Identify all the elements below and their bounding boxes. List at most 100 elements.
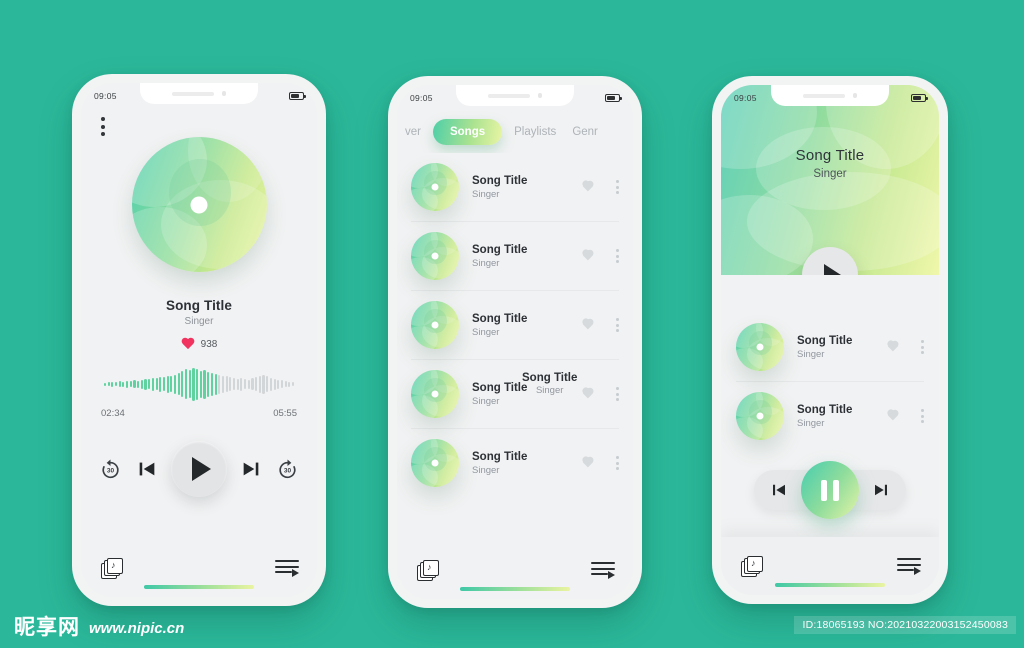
waveform-bar (199, 370, 202, 398)
tab-discover[interactable]: ver (401, 126, 425, 138)
library-icon[interactable]: ♪ (101, 557, 123, 579)
waveform-bar (288, 381, 291, 387)
heart-icon[interactable] (886, 410, 899, 422)
heart-icon[interactable] (581, 319, 594, 331)
kebab-menu-icon[interactable] (921, 339, 924, 355)
tab-playlists[interactable]: Playlists (510, 126, 560, 138)
time-elapsed: 02:34 (101, 408, 125, 419)
album-disc[interactable] (411, 439, 459, 487)
waveform-bar (166, 375, 169, 393)
list-item[interactable]: Song Title Singer (411, 360, 619, 429)
list-item[interactable]: Song Title Singer (411, 291, 619, 360)
list-item[interactable]: Song Title Singer (411, 429, 619, 497)
disc-center-hole (756, 343, 764, 351)
kebab-menu-icon[interactable] (616, 179, 619, 195)
waveform-bar (258, 375, 261, 393)
waveform-bar (203, 369, 206, 399)
play-button[interactable] (171, 441, 227, 497)
album-disc[interactable] (411, 301, 459, 349)
play-icon (192, 457, 211, 481)
kebab-menu-icon[interactable] (921, 408, 924, 424)
queue-icon[interactable] (591, 562, 615, 579)
song-title: Song Title (797, 334, 853, 347)
hero-title: Song Title (795, 147, 865, 164)
kebab-menu-icon[interactable] (616, 455, 619, 471)
waveform-bar (122, 381, 125, 387)
next-button[interactable] (240, 458, 262, 480)
pause-button[interactable] (801, 461, 859, 519)
kebab-menu-icon[interactable] (101, 117, 105, 136)
album-disc[interactable] (131, 137, 267, 272)
heart-icon[interactable] (181, 338, 195, 351)
heart-icon[interactable] (581, 181, 594, 193)
song-artist: Singer (472, 257, 500, 269)
waveform-bar (144, 378, 147, 390)
disc-center-hole (431, 252, 439, 260)
song-list: Song Title Singer Song Title Singer (721, 275, 939, 450)
song-artist: Singer (797, 348, 825, 360)
page-title: Song Title (165, 298, 232, 313)
waveform-bar (129, 381, 132, 387)
album-disc[interactable] (736, 392, 784, 440)
list-item[interactable]: Song Title Singer (736, 382, 924, 450)
previous-button[interactable] (770, 481, 788, 499)
heart-icon[interactable] (581, 388, 594, 400)
waveform-bar (273, 378, 276, 390)
status-time: 09:05 (94, 91, 117, 101)
waveform-bar (236, 378, 239, 390)
next-button[interactable] (872, 481, 890, 499)
heart-icon[interactable] (581, 457, 594, 469)
transport-controls: 30 30 (81, 441, 317, 497)
mini-player (754, 461, 906, 519)
album-disc[interactable] (411, 163, 459, 211)
previous-button[interactable] (136, 458, 158, 480)
front-camera (221, 91, 227, 96)
waveform-bar (247, 379, 250, 389)
rewind-seconds-label: 30 (106, 467, 115, 474)
like-group[interactable]: 938 (81, 338, 317, 351)
waveform-bar (170, 376, 173, 392)
heart-icon[interactable] (581, 250, 594, 262)
waveform-bar (196, 368, 199, 400)
album-disc[interactable] (411, 370, 459, 418)
waveform-bar (114, 382, 118, 386)
tab-songs[interactable]: Songs (432, 119, 503, 145)
library-icon[interactable]: ♪ (417, 559, 439, 581)
waveform-bar (103, 382, 107, 386)
list-item[interactable]: Song Title Singer (411, 222, 619, 291)
waveform-bar (214, 373, 217, 395)
waveform-bar (133, 380, 136, 388)
queue-icon[interactable] (897, 558, 921, 575)
phone-mockup-player: 09:05 Song Title Singer 938 02:34 05:55 … (72, 74, 326, 606)
song-artist: Singer (472, 326, 500, 338)
speaker-grill (171, 91, 214, 96)
heart-icon[interactable] (886, 341, 899, 353)
song-title: Song Title (472, 243, 528, 256)
waveform-scrubber[interactable] (103, 367, 295, 401)
speaker-grill (487, 93, 530, 98)
overlay-track-artist: Singer (535, 385, 564, 396)
song-artist: Singer (472, 395, 500, 407)
queue-icon[interactable] (275, 560, 299, 577)
track-artist: Singer (184, 316, 214, 327)
list-item[interactable]: Song Title Singer (736, 313, 924, 382)
like-count: 938 (200, 339, 218, 350)
waveform-bar (277, 379, 280, 389)
library-icon[interactable]: ♪ (741, 555, 763, 577)
overlay-track-label: Song Title Singer (522, 372, 577, 396)
kebab-menu-icon[interactable] (616, 317, 619, 333)
waveform-bar (280, 380, 284, 388)
album-disc[interactable] (736, 323, 784, 371)
list-item[interactable]: Song Title Singer (411, 153, 619, 222)
kebab-menu-icon[interactable] (616, 248, 619, 264)
rewind-30-button[interactable]: 30 (98, 457, 123, 482)
disc-center-hole (431, 321, 439, 329)
kebab-menu-icon[interactable] (616, 386, 619, 402)
song-text: Song Title Singer (472, 175, 568, 200)
forward-30-button[interactable]: 30 (275, 457, 300, 482)
tab-genres[interactable]: Genr (568, 126, 602, 138)
album-disc[interactable] (411, 232, 459, 280)
disc-center-hole (190, 196, 208, 213)
speaker-grill (802, 93, 845, 98)
disc-center-hole (431, 183, 439, 191)
